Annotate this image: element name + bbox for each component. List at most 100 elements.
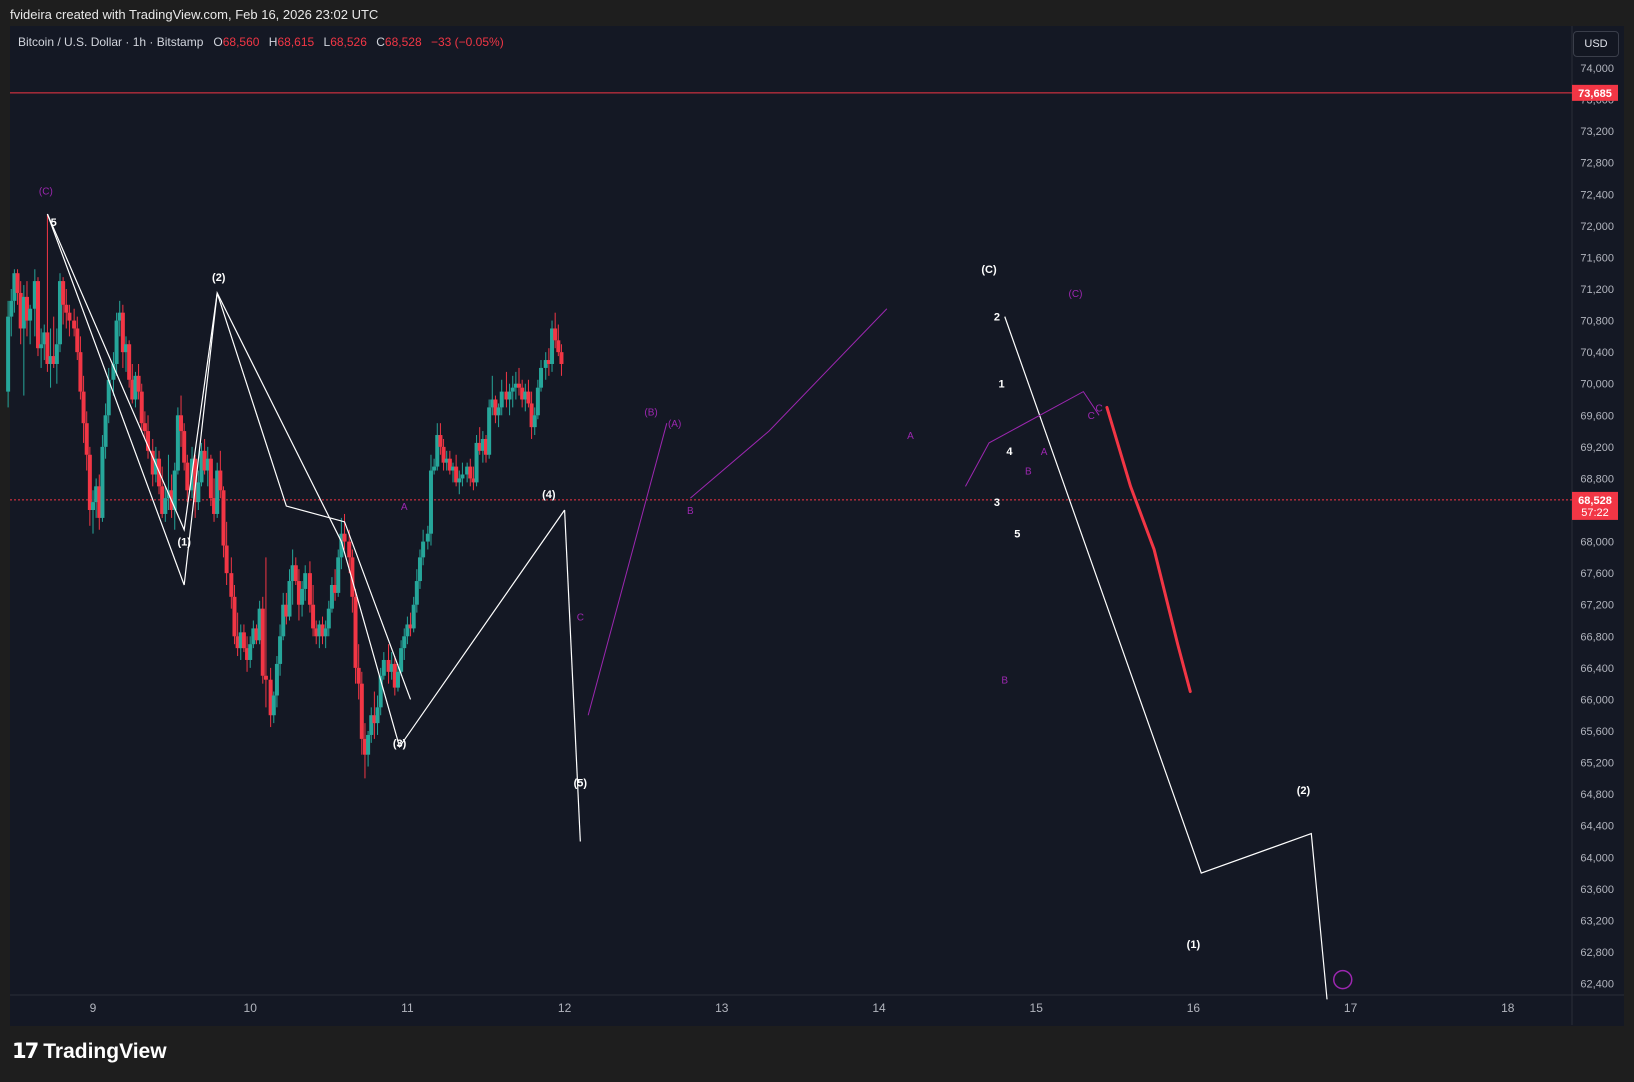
candle-body (356, 667, 361, 684)
candle-body (293, 565, 298, 582)
candle-body (127, 344, 132, 380)
x-tick-label: 18 (1501, 1001, 1515, 1015)
symbol-legend: Bitcoin / U.S. Dollar · 1h · Bitstamp O6… (18, 35, 510, 49)
candle-body (399, 648, 404, 672)
countdown-tag: 57:22 (1581, 507, 1609, 519)
wave-label-purple: (C) (39, 186, 53, 197)
wave-label-purple: A (907, 431, 914, 442)
candle-body (263, 675, 268, 680)
candle-body (496, 407, 501, 416)
candle-body (359, 683, 364, 739)
candle-body (54, 344, 59, 364)
currency-button[interactable]: USD (1573, 31, 1619, 57)
y-tick-label: 70,400 (1580, 347, 1614, 359)
wave-label-purple: C (1095, 403, 1102, 414)
candle-body (347, 541, 352, 558)
wave-impulse-line-c[interactable] (564, 509, 581, 842)
candle-body (417, 557, 422, 582)
y-tick-label: 70,800 (1580, 316, 1614, 328)
candle-body (64, 304, 69, 313)
candle-body (556, 340, 561, 353)
candle-body (342, 533, 347, 542)
x-tick-label: 17 (1344, 1001, 1358, 1015)
wave-label-white: 2 (994, 312, 1000, 324)
wave-label-white: 5 (51, 217, 57, 229)
candle-body (28, 308, 33, 321)
wave-label-white: 5 (1014, 529, 1020, 541)
y-tick-label: 71,600 (1580, 252, 1614, 264)
candle-body (87, 454, 92, 511)
wave-label-purple: C (577, 613, 584, 624)
tradingview-brand-text: TradingView (43, 1039, 167, 1063)
open-value: 68,560 (222, 35, 260, 49)
candle-body (366, 734, 371, 755)
high-value: 68,615 (277, 35, 315, 49)
wave-label-purple: A (1041, 447, 1048, 458)
forecast-wave-line[interactable] (1004, 316, 1328, 1000)
candle-body (6, 316, 11, 392)
y-tick-label: 70,000 (1580, 379, 1614, 391)
candle-body (248, 644, 253, 660)
lightning-icon[interactable] (1332, 969, 1353, 990)
candle-body (421, 541, 426, 558)
y-tick-label: 67,600 (1580, 568, 1614, 580)
candle-body (114, 320, 119, 364)
purple-wave-b[interactable] (690, 308, 888, 499)
candle-body (9, 300, 14, 317)
candle-body (353, 596, 358, 668)
candle-body (91, 502, 95, 511)
candle-body (559, 352, 564, 364)
candle-body (402, 636, 407, 649)
wave-impulse-line-a[interactable] (46, 213, 342, 586)
symbol-name: Bitcoin / U.S. Dollar · 1h · Bitstamp (18, 35, 204, 49)
y-tick-label: 66,400 (1580, 663, 1614, 675)
y-tick-label: 66,000 (1580, 694, 1614, 706)
wave-label-purple: (A) (668, 419, 681, 430)
y-tick-label: 63,600 (1580, 884, 1614, 896)
candle-body (274, 663, 279, 696)
low-value: 68,526 (330, 35, 367, 49)
y-tick-label: 72,800 (1580, 158, 1614, 170)
candle-body (428, 470, 433, 534)
purple-wave-c[interactable] (965, 390, 1100, 487)
candle-body (507, 391, 512, 400)
candle-body (182, 431, 187, 463)
y-tick-label: 72,400 (1580, 189, 1614, 201)
x-tick-label: 16 (1187, 1001, 1201, 1015)
candle-body (411, 604, 416, 629)
candle-body (311, 604, 316, 629)
candle-body (395, 671, 400, 688)
candle-body (323, 628, 328, 637)
y-tick-label: 74,000 (1580, 63, 1614, 75)
wave-label-white: (1) (177, 537, 191, 549)
candle-body (326, 608, 331, 629)
wave-label-purple: C (1088, 411, 1095, 422)
y-tick-label: 65,600 (1580, 726, 1614, 738)
x-tick-label: 9 (90, 1001, 97, 1015)
price-chart[interactable]: 74,00073,60073,20072,80072,40072,00071,6… (0, 0, 1634, 1082)
forecast-red-curve[interactable] (1105, 405, 1192, 694)
candle-body (163, 498, 168, 514)
wave-label-white: (1) (1187, 939, 1201, 951)
y-tick-label: 63,200 (1580, 915, 1614, 927)
x-tick-label: 14 (872, 1001, 886, 1015)
wave-label-purple: B (1025, 466, 1032, 477)
candle-body (75, 328, 80, 353)
candle-body (303, 573, 308, 589)
candle-body (517, 383, 522, 388)
candle-body (468, 466, 473, 479)
purple-wave-a[interactable] (587, 423, 668, 716)
tradingview-logo[interactable]: 𝟭𝟳 TradingView (12, 1039, 167, 1064)
wave-label-white: 1 (999, 379, 1005, 391)
close-label: C (376, 35, 385, 49)
wave-label-purple: (C) (1069, 289, 1083, 300)
candle-body (218, 470, 223, 491)
candle-body (287, 581, 292, 617)
candle-body (229, 573, 234, 597)
wave-label-purple: A (401, 502, 408, 513)
candle-body (196, 482, 201, 503)
candle-body (35, 281, 40, 349)
candle-body (425, 533, 430, 542)
x-tick-label: 12 (558, 1001, 572, 1015)
y-tick-label: 62,400 (1580, 979, 1614, 991)
